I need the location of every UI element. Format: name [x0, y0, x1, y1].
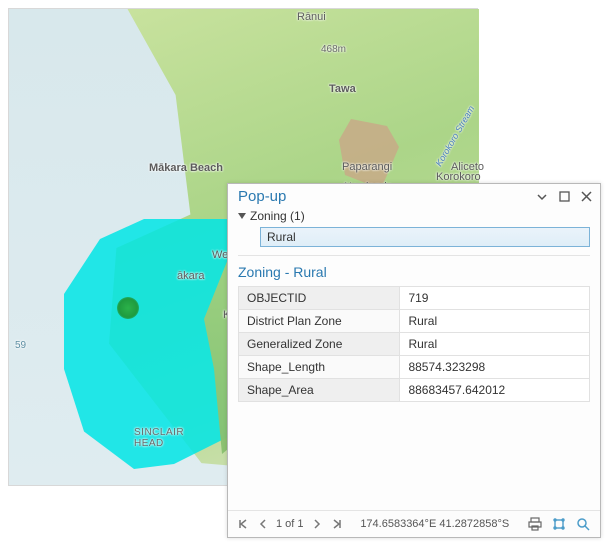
map-label-makara: ākara [177, 270, 205, 282]
map-identify-marker [117, 297, 139, 319]
map-label-paparangi: Paparangi [342, 161, 392, 173]
table-row: Shape_Length 88574.323298 [239, 356, 590, 379]
popup-layer-row[interactable]: Zoning (1) [228, 207, 600, 225]
table-row: OBJECTID 719 [239, 287, 590, 310]
last-record-button[interactable] [330, 517, 344, 531]
attr-field: Shape_Length [239, 356, 400, 379]
close-icon[interactable] [578, 189, 594, 205]
select-tool-icon[interactable] [550, 515, 568, 533]
popup-footer: 1 of 1 174.6583364°E 41.2872858°S [228, 510, 600, 537]
table-row: District Plan Zone Rural [239, 310, 590, 333]
table-row: Generalized Zone Rural [239, 333, 590, 356]
next-record-button[interactable] [310, 517, 324, 531]
popup-section-title: Zoning - Rural [228, 260, 600, 286]
record-position: 1 of 1 [276, 518, 304, 530]
attr-field: Shape_Area [239, 379, 400, 402]
coordinate-readout: 174.6583364°E 41.2872858°S [350, 518, 520, 530]
popup-header: Pop-up [228, 184, 600, 207]
map-label-elev468: 468m [321, 44, 346, 55]
divider [238, 255, 590, 256]
popup-layer-label: Zoning (1) [250, 209, 305, 223]
map-label-tawa: Tawa [329, 83, 356, 95]
attr-value: Rural [400, 333, 590, 356]
collapse-icon[interactable] [534, 189, 550, 205]
prev-record-button[interactable] [256, 517, 270, 531]
popup-title: Pop-up [238, 188, 528, 205]
attr-value: 88574.323298 [400, 356, 590, 379]
popup-panel: Pop-up Zoning (1) Rural Zoning - Rural O… [227, 183, 601, 538]
first-record-button[interactable] [236, 517, 250, 531]
table-row: Shape_Area 88683457.642012 [239, 379, 590, 402]
popup-selected-feature[interactable]: Rural [260, 227, 590, 247]
map-label-ranui: Rānui [297, 11, 326, 23]
map-label-sinclair-head: SINCLAIR HEAD [134, 427, 184, 449]
map-label-depth59: 59 [15, 340, 26, 351]
map-label-alicetown: Aliceto [451, 161, 484, 173]
attr-field: OBJECTID [239, 287, 400, 310]
attribute-table: OBJECTID 719 District Plan Zone Rural Ge… [238, 286, 590, 402]
expand-arrow-icon[interactable] [238, 213, 246, 219]
zoom-to-icon[interactable] [574, 515, 592, 533]
dock-icon[interactable] [556, 189, 572, 205]
attr-field: Generalized Zone [239, 333, 400, 356]
map-label-makara-beach: Mākara Beach [149, 162, 223, 174]
attr-field: District Plan Zone [239, 310, 400, 333]
attr-value: 88683457.642012 [400, 379, 590, 402]
attr-value: Rural [400, 310, 590, 333]
print-icon[interactable] [526, 515, 544, 533]
attr-value: 719 [400, 287, 590, 310]
